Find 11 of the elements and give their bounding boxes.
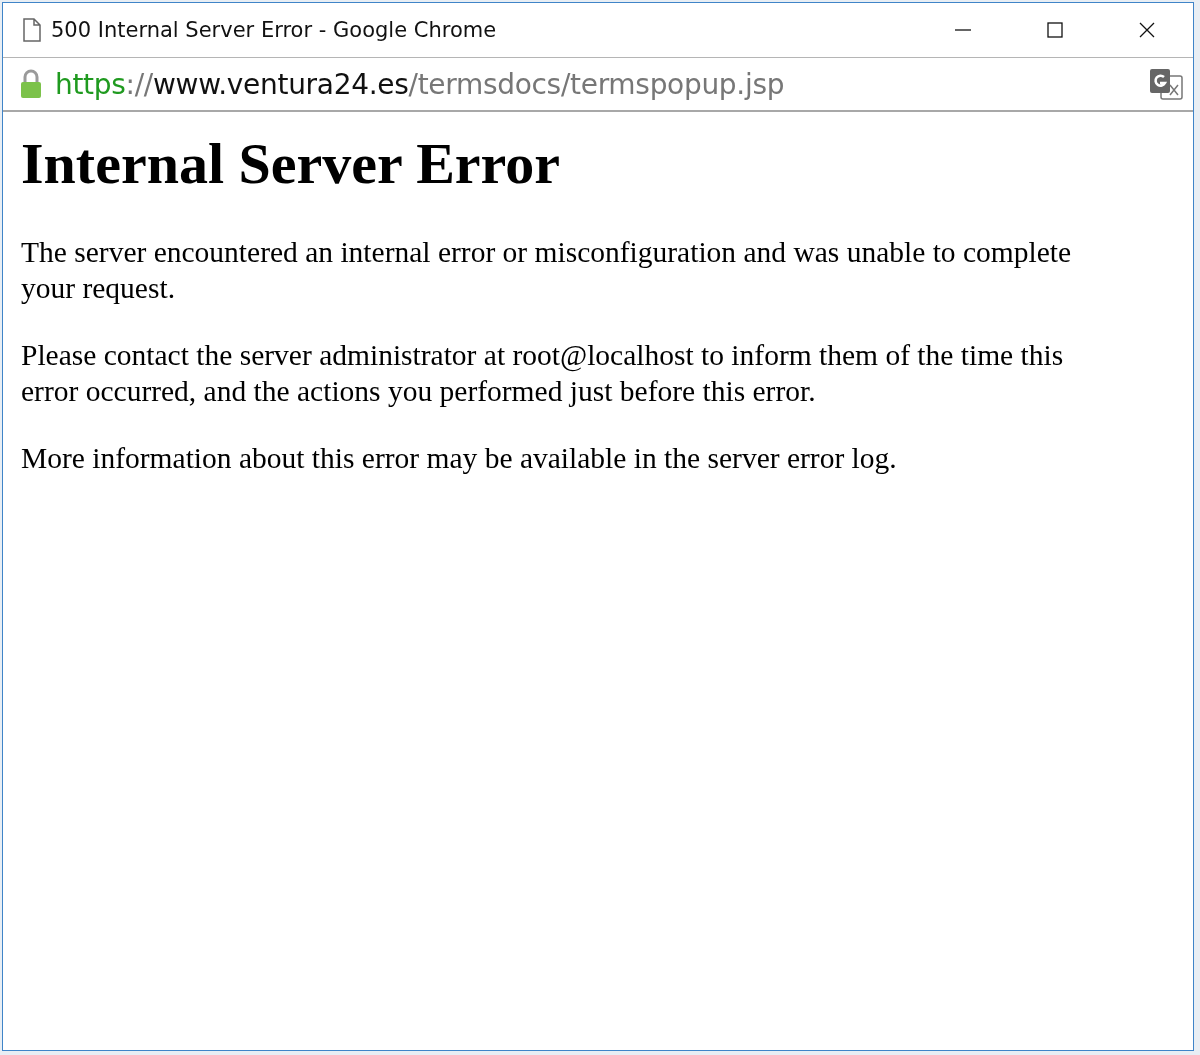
minimize-icon	[954, 29, 972, 31]
error-heading: Internal Server Error	[21, 132, 562, 196]
document-icon	[23, 18, 41, 42]
maximize-icon	[1046, 21, 1064, 39]
error-paragraph: Please contact the server administrator at root@localhost to inform them of the time this error occurred, and the actions you performed just before this error.	[21, 337, 1065, 409]
error-paragraph: The server encountered an internal error or misconfiguration and was unable to complete your request.	[21, 234, 1073, 306]
url-field[interactable]: https://www.ventura24.es/termsdocs/termspopup.jsp	[55, 67, 785, 101]
error-paragraph: More information about this error may be available in the server error log.	[21, 440, 898, 476]
window-title: 500 Internal Server Error - Google Chrome	[51, 18, 497, 42]
translate-icon[interactable]	[1149, 68, 1183, 100]
close-icon	[1138, 21, 1156, 39]
